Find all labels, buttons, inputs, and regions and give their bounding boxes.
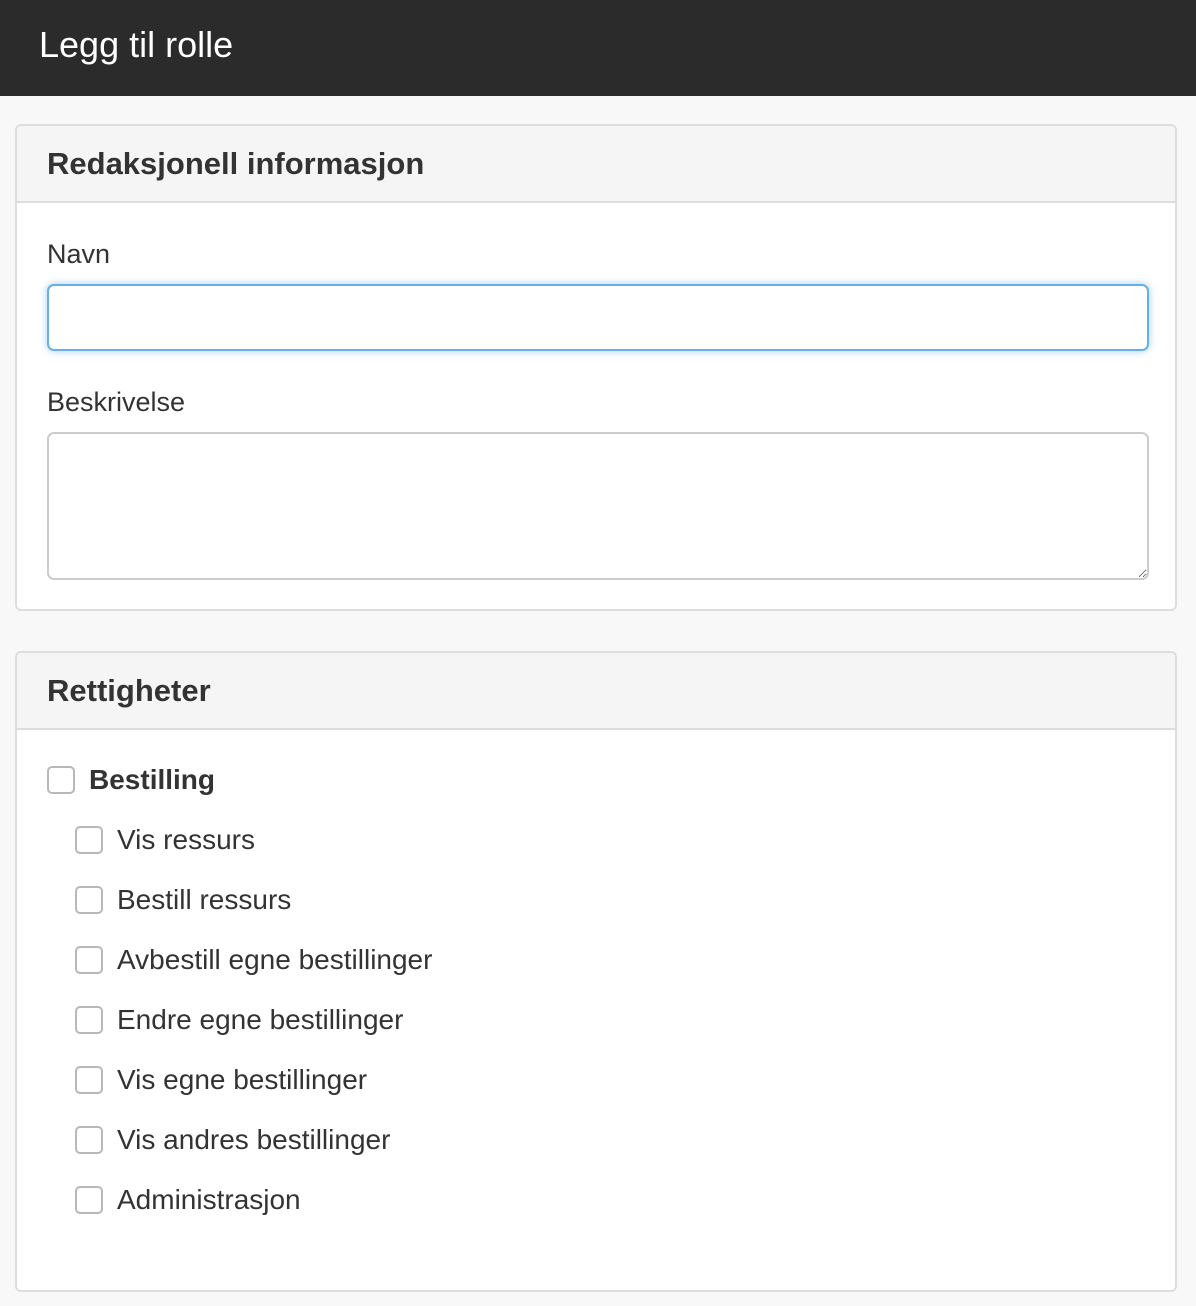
rights-panel: Rettigheter Bestilling Vis ressurs Besti… [15,651,1177,1292]
permission-label: Avbestill egne bestillinger [117,944,433,975]
checkbox[interactable] [47,766,75,794]
permission-item[interactable]: Vis andres bestillinger [75,1122,390,1158]
permission-item[interactable]: Vis ressurs [75,822,255,858]
description-textarea[interactable] [47,432,1149,580]
panel-title: Redaksjonell informasjon [47,146,425,181]
checkbox[interactable] [75,1006,103,1034]
permission-label: Vis andres bestillinger [117,1124,391,1155]
permission-label: Administrasjon [117,1184,301,1215]
permission-item[interactable]: Bestill ressurs [75,882,291,918]
checkbox[interactable] [75,946,103,974]
permission-label: Vis ressurs [117,824,255,855]
panel-title: Rettigheter [47,673,211,708]
name-label: Navn [47,239,111,269]
permission-group-label: Bestilling [89,764,216,795]
checkbox[interactable] [75,826,103,854]
permission-item[interactable]: Avbestill egne bestillinger [75,942,432,978]
panel-heading: Redaksjonell informasjon [17,126,1175,203]
checkbox[interactable] [75,1186,103,1214]
permission-label: Vis egne bestillinger [117,1064,368,1095]
description-label: Beskrivelse [47,387,186,417]
permission-label: Bestill ressurs [117,884,292,915]
permission-item[interactable]: Endre egne bestillinger [75,1002,403,1038]
name-input[interactable] [47,284,1149,351]
editorial-info-panel: Redaksjonell informasjon Navn Beskrivels… [15,124,1177,611]
permission-item[interactable]: Administrasjon [75,1182,301,1218]
panel-heading: Rettigheter [17,653,1175,730]
top-bar: Legg til rolle [0,0,1196,96]
permission-group-bestilling[interactable]: Bestilling [47,762,215,798]
checkbox[interactable] [75,1126,103,1154]
checkbox[interactable] [75,886,103,914]
permission-item[interactable]: Vis egne bestillinger [75,1062,367,1098]
page-title: Legg til rolle [39,24,234,65]
checkbox[interactable] [75,1066,103,1094]
permission-label: Endre egne bestillinger [117,1004,404,1035]
